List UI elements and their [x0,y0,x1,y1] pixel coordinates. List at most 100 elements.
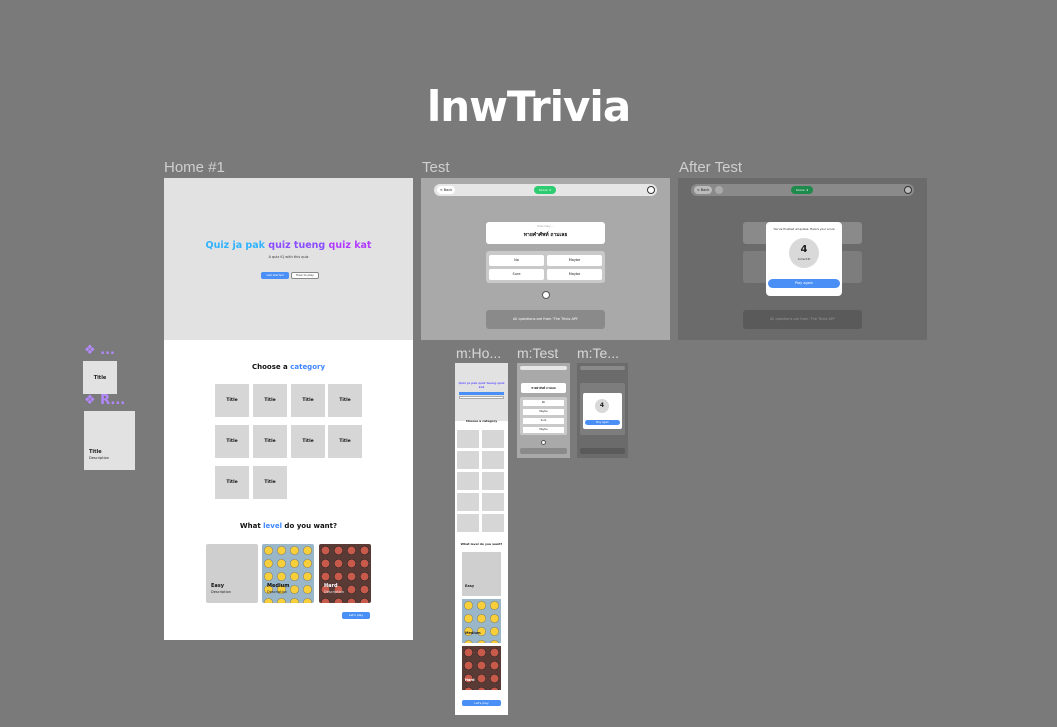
mobile-home-frame[interactable]: Quiz ja pak quiz tueng quiz kat Choose a… [455,363,508,715]
category-title-prefix: Choose a [251,363,291,371]
theme-toggle-icon[interactable] [904,186,912,194]
mobile-get-started-button[interactable] [459,392,504,395]
category-tile[interactable]: Title [328,384,362,417]
option-button[interactable]: No [489,255,544,266]
mobile-level-hard[interactable]: Hard [462,646,501,690]
score-badge: Score: 4 [791,186,813,194]
mobile-tile[interactable] [457,430,479,448]
mobile-level-easy[interactable]: Easy [462,552,501,596]
category-tile[interactable]: Title [328,425,362,458]
option-button[interactable]: Maybe [547,255,602,266]
mobile-tile[interactable] [482,451,504,469]
question-box: How many ... ทายคำศัพท์ ถามเลย [486,222,605,244]
app-title: lnwTrivia [426,82,631,131]
mobile-tile[interactable] [457,493,479,511]
mobile-tile[interactable] [482,493,504,511]
question-text: ทายคำศัพท์ ถามเลย [523,232,568,238]
level-card-medium[interactable]: Medium Description [262,544,314,603]
component-card-desc: Description [89,456,109,460]
level-card-hard[interactable]: Hard Description [319,544,371,603]
component-label-2[interactable]: ❖ R... [84,393,125,408]
level-card-easy[interactable]: Easy Description [206,544,258,603]
mobile-options-area: No Maybe Sure Maybe [520,397,567,435]
mobile-tile[interactable] [482,430,504,448]
lets-play-button[interactable]: Let's play [342,612,370,619]
level-card-component[interactable]: Title Description [84,411,135,470]
get-started-button[interactable]: Get started [261,272,289,279]
level-title-suffix: do you want? [282,522,338,530]
level-name: Medium [267,583,290,589]
mobile-play-again-button[interactable]: Play again [585,420,620,425]
restart-icon[interactable] [715,186,723,194]
component-card-title: Title [89,449,102,455]
top-bar: < Back Score: 4 [691,184,914,196]
level-name: Easy [211,583,225,589]
top-bar: < Back Score: 0 [434,184,657,196]
back-button[interactable]: < Back [694,186,712,194]
mobile-top-bar [520,366,567,370]
hero-heading-part2: quiz tueng [268,240,329,251]
mobile-tile[interactable] [457,451,479,469]
frame-label-after[interactable]: After Test [679,159,742,176]
component-label-1[interactable]: ❖ ... [84,343,115,358]
score-badge: Score: 0 [534,186,556,194]
mobile-refresh-icon[interactable] [541,440,546,445]
score-modal: You've finished all quizes. Here's your … [766,222,842,296]
level-title-prefix: What [239,522,264,530]
category-tile[interactable]: Title [253,466,287,499]
component-title: Title [93,374,107,381]
frame-label-home[interactable]: Home #1 [164,159,225,176]
category-tile[interactable]: Title [291,384,325,417]
mobile-option[interactable]: No [523,400,564,406]
question-hint: How many ... [537,225,554,228]
mobile-how-to-play-button[interactable] [459,396,504,399]
mobile-hero-heading: Quiz ja pak quiz tueng quiz kat [458,381,505,389]
mobile-tile[interactable] [457,472,479,490]
mobile-test-frame[interactable]: ทายคำศัพท์ ถามเลย No Maybe Sure Maybe [517,363,570,458]
mobile-level-name: Easy [465,584,475,588]
mobile-level-medium[interactable]: Medium [462,599,501,643]
level-desc: Description [211,590,231,594]
mobile-tile[interactable] [482,472,504,490]
mobile-option[interactable]: Maybe [523,427,564,433]
hero-heading-part3: quiz kat [328,240,372,251]
test-frame[interactable]: < Back Score: 0 How many ... ทายคำศัพท์ … [421,178,670,340]
mobile-after-frame[interactable]: 4 Play again [577,363,628,458]
frame-label-m-test[interactable]: m:Test [517,345,558,361]
theme-toggle-icon[interactable] [647,186,655,194]
mobile-score-modal: 4 Play again [583,393,622,429]
level-title: What level do you want? [164,522,413,530]
category-tile[interactable]: Title [253,425,287,458]
mobile-option[interactable]: Sure [523,418,564,424]
mobile-credit-bar [580,448,625,454]
refresh-icon[interactable] [542,291,550,299]
play-again-button[interactable]: Play again [768,279,840,288]
category-tile[interactable]: Title [215,466,249,499]
back-button[interactable]: < Back [437,186,455,194]
mobile-lets-play-button[interactable]: Let's play [462,700,501,706]
home-frame[interactable]: Quiz ja pak quiz tueng quiz kat A quiz I… [164,178,413,640]
option-button[interactable]: Maybe [547,269,602,280]
frame-label-test[interactable]: Test [422,159,450,176]
mobile-tile[interactable] [482,514,504,532]
category-tile[interactable]: Title [215,384,249,417]
mobile-option[interactable]: Maybe [523,409,564,415]
how-to-play-button[interactable]: How to play [291,272,319,279]
mobile-level-name: Hard [465,678,475,682]
category-tile[interactable]: Title [253,384,287,417]
mobile-tile[interactable] [457,514,479,532]
category-tile[interactable]: Title [291,425,325,458]
option-button[interactable]: Sure [489,269,544,280]
mobile-level-title: What level do you want? [460,542,503,546]
frame-label-m-home[interactable]: m:Ho... [456,345,501,361]
score-circle: 4 Correct ID [789,238,819,268]
after-test-frame[interactable]: < Back Score: 4 All questions are from '… [678,178,927,340]
category-tile[interactable]: Title [215,425,249,458]
title-card-component[interactable]: Title [83,361,117,394]
level-desc: Description [324,590,344,594]
mobile-top-bar [580,366,625,370]
options-area: No Maybe Sure Maybe [486,251,605,283]
mobile-credit-bar [520,448,567,454]
frame-label-m-after[interactable]: m:Te... [577,345,619,361]
hero-heading: Quiz ja pak quiz tueng quiz kat [164,240,413,251]
